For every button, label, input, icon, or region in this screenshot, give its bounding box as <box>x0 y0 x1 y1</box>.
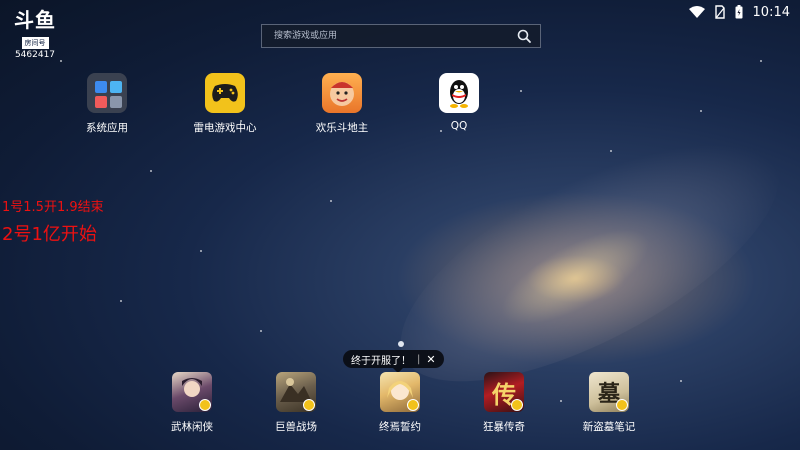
wifi-icon <box>688 6 705 18</box>
clock: 10:14 <box>752 4 790 20</box>
tooltip-separator: | <box>417 353 421 365</box>
stream-overlay-line-2: 2号1亿开始 <box>2 224 97 245</box>
search-input[interactable] <box>272 30 516 42</box>
stream-overlay-line-1: 1号1.5开1.9结束 <box>2 200 104 215</box>
qq-penguin-icon <box>439 73 479 113</box>
game-tooltip: 终于开服了！ | ✕ <box>343 350 444 373</box>
douyu-logo: 斗鱼 <box>14 8 56 32</box>
dock-app-jushou-zhanchang[interactable]: 巨兽战场 <box>251 372 341 434</box>
kuangbao-chuanqi-icon: 传 <box>484 372 524 412</box>
badge-icon <box>616 399 628 411</box>
wulin-xianxia-icon <box>172 372 212 412</box>
jushou-zhanchang-icon <box>276 372 316 412</box>
dock-app-wulin-xianxia[interactable]: 武林闲侠 <box>147 372 237 434</box>
badge-icon <box>511 399 523 411</box>
status-bar: 10:14 <box>688 2 790 22</box>
no-sim-icon <box>714 5 725 19</box>
close-icon[interactable]: ✕ <box>426 353 435 366</box>
douyu-watermark: 斗鱼 房间号 5462417 <box>10 10 60 60</box>
room-label: 房间号 <box>21 37 49 49</box>
badge-icon <box>407 399 419 411</box>
zhongyan-shiyue-icon <box>380 372 420 412</box>
badge-icon <box>303 399 315 411</box>
app-system-apps[interactable]: 系统应用 <box>62 73 152 135</box>
daomu-biji-icon: 墓 <box>589 372 629 412</box>
dock-app-kuangbao-chuanqi[interactable]: 传 狂暴传奇 <box>459 372 549 434</box>
doudizhu-icon <box>322 73 362 113</box>
battery-icon <box>735 5 743 19</box>
tooltip-text: 终于开服了！ <box>351 355 411 367</box>
app-leidian-game-center[interactable]: 雷电游戏中心 <box>180 73 270 135</box>
badge-icon <box>199 399 211 411</box>
dock-app-daomu-biji[interactable]: 墓 新盗墓笔记 <box>564 372 654 434</box>
system-apps-icon <box>87 73 127 113</box>
page-indicator-dot[interactable] <box>398 341 404 347</box>
dock-app-zhongyan-shiyue[interactable]: 终焉誓约 <box>355 372 445 434</box>
app-qq[interactable]: QQ <box>414 73 504 132</box>
search-bar[interactable] <box>261 24 541 48</box>
search-icon[interactable] <box>516 28 532 44</box>
app-doudizhu[interactable]: 欢乐斗地主 <box>297 73 387 135</box>
room-number: 5462417 <box>14 50 56 60</box>
leidian-game-center-icon <box>205 73 245 113</box>
